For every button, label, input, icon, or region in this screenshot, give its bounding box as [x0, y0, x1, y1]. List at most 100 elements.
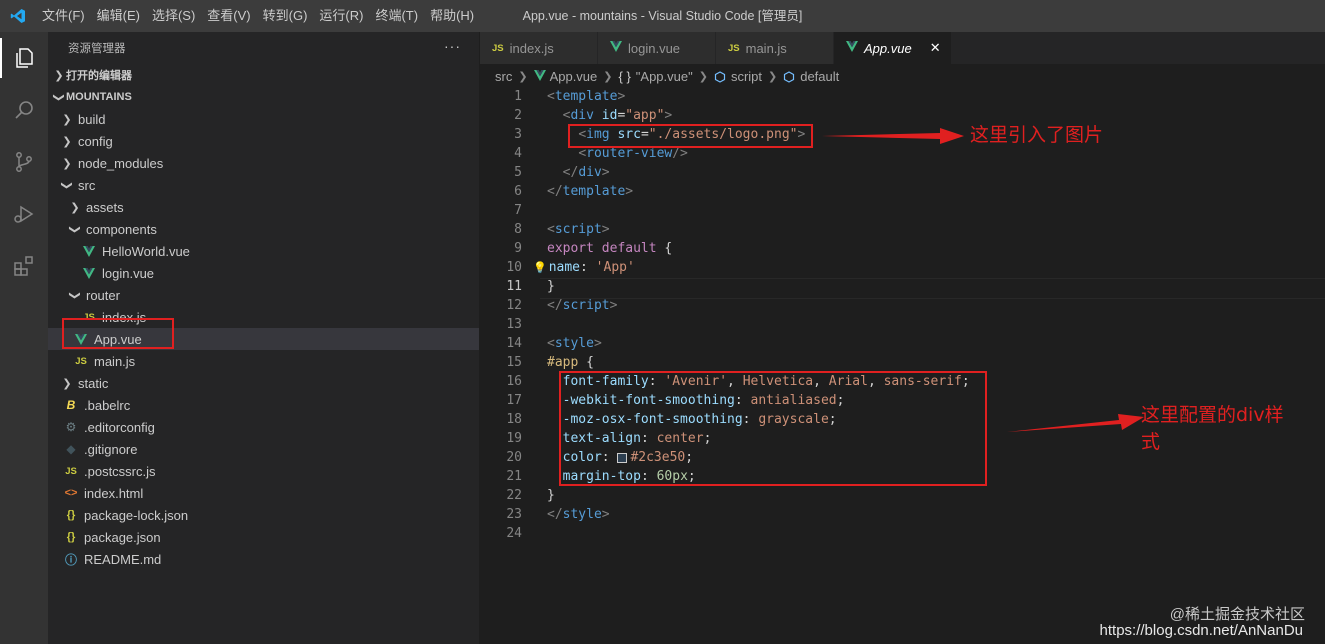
tree-item-label: .postcssrc.js	[84, 463, 156, 479]
extensions-icon[interactable]	[0, 240, 48, 292]
json-file-icon: {}	[66, 509, 76, 521]
tree-item[interactable]: ❯ node_modules	[48, 152, 479, 174]
code-line: <router-view/>	[578, 146, 688, 161]
tree-item[interactable]: login.vue	[48, 262, 479, 284]
project-label: MOUNTAINS	[66, 91, 132, 103]
tree-item[interactable]: HelloWorld.vue	[48, 240, 479, 262]
line-number: 16	[506, 374, 522, 389]
line-number: 3	[514, 127, 522, 142]
tree-item[interactable]: B .babelrc	[48, 394, 479, 416]
tree-item-label: config	[78, 133, 113, 149]
tree-item-label: index.html	[84, 485, 144, 501]
tab-main-js[interactable]: JS main.js	[716, 32, 834, 64]
vscode-logo-icon	[0, 0, 36, 32]
explorer-title: 资源管理器	[68, 43, 126, 55]
line-number: 18	[506, 412, 522, 427]
code-line: #app {	[547, 355, 594, 370]
code-line: <script>	[547, 222, 610, 237]
source-control-icon[interactable]	[0, 136, 48, 188]
code-line: <template>	[547, 89, 626, 104]
code-line: </style>	[547, 507, 610, 522]
watermark-line1: @稀土掘金技术社区	[1169, 606, 1305, 623]
tree-item[interactable]: JS main.js	[48, 350, 479, 372]
tab-label: main.js	[745, 40, 787, 56]
menu-item[interactable]: 终端(T)	[369, 0, 424, 32]
tab-label: App.vue	[864, 40, 912, 56]
tree-item[interactable]: ◆ .gitignore	[48, 438, 479, 460]
line-number: 21	[506, 469, 522, 484]
line-number: 6	[514, 184, 522, 199]
chevron-right-icon: ❯	[768, 71, 778, 83]
search-icon[interactable]	[0, 84, 48, 136]
menu-item[interactable]: 运行(R)	[313, 0, 369, 32]
tree-item[interactable]: ❯ assets	[48, 196, 479, 218]
tab-App-vue[interactable]: App.vue ✕	[834, 32, 952, 64]
style-annotation-text: 这里配置的div样 式	[1141, 402, 1284, 456]
explorer-icon[interactable]	[0, 32, 48, 84]
tree-item[interactable]: ⓘ README.md	[48, 548, 479, 570]
tree-item-label: src	[78, 177, 96, 193]
code-line: </template>	[547, 184, 634, 199]
run-debug-icon[interactable]	[0, 188, 48, 240]
tree-item[interactable]: App.vue	[48, 318, 479, 350]
menu-item[interactable]: 选择(S)	[146, 0, 201, 32]
menu-item[interactable]: 帮助(H)	[424, 0, 480, 32]
chevron-down-icon: ❯	[60, 180, 73, 190]
file-tree: ❯ build ❯ config ❯ node_modules ❯ src ❯ assets ❯ co…	[48, 108, 479, 570]
line-number: 9	[514, 241, 522, 256]
line-number: 14	[506, 336, 522, 351]
open-editors-section[interactable]: ❯ 打开的编辑器	[48, 64, 479, 86]
tree-item[interactable]: ❯ components	[48, 218, 479, 240]
tree-item[interactable]: {} package.json	[48, 526, 479, 548]
code-line: </script>	[547, 298, 618, 313]
line-number: 2	[514, 108, 522, 123]
breadcrumb-item[interactable]: src	[495, 69, 512, 84]
style-annotation-line1: 这里配置的div样	[1141, 404, 1284, 426]
tree-item[interactable]: ❯ build	[48, 108, 479, 130]
babel-icon: B	[66, 398, 76, 412]
js-file-icon: JS	[492, 42, 504, 54]
project-section[interactable]: ❯ MOUNTAINS	[48, 86, 479, 108]
tree-item[interactable]: ❯ static	[48, 372, 479, 394]
tree-item[interactable]: ❯ src	[48, 174, 479, 196]
html-file-icon: <>	[64, 487, 78, 499]
tree-item-label: .babelrc	[84, 397, 131, 413]
breadcrumb-item[interactable]: "App.vue"	[636, 69, 693, 84]
lightbulb-icon: 💡	[533, 261, 547, 274]
js-file-icon: JS	[65, 465, 77, 477]
json-file-icon: {}	[66, 531, 76, 543]
chevron-right-icon: ❯	[698, 71, 708, 83]
line-number: 10	[506, 260, 522, 275]
tree-item[interactable]: ❯ config	[48, 130, 479, 152]
tree-item[interactable]: JS .postcssrc.js	[48, 460, 479, 482]
activity-bar	[0, 32, 48, 644]
tree-item[interactable]: ⚙ .editorconfig	[48, 416, 479, 438]
chevron-down-icon: ❯	[68, 224, 81, 234]
style-highlight-box	[559, 371, 987, 486]
tree-item[interactable]: {} package-lock.json	[48, 504, 479, 526]
breadcrumb-item[interactable]: App.vue	[550, 69, 598, 84]
close-icon[interactable]: ✕	[930, 40, 941, 56]
js-file-icon: JS	[75, 355, 87, 367]
more-actions-icon[interactable]: ···	[444, 38, 461, 54]
breadcrumb-item[interactable]: default	[800, 69, 839, 84]
menu-item[interactable]: 编辑(E)	[91, 0, 146, 32]
tree-item-label: README.md	[84, 551, 162, 567]
vue-file-icon	[846, 41, 858, 55]
tree-item[interactable]: <> index.html	[48, 482, 479, 504]
tree-item-label: static	[78, 375, 109, 391]
menu-item[interactable]: 查看(V)	[201, 0, 256, 32]
code-line: </div>	[562, 165, 610, 180]
line-number: 17	[506, 393, 522, 408]
arrow-img-annotation	[822, 128, 964, 144]
tree-item[interactable]: ❯ router	[48, 284, 479, 306]
watermark-line2: https://blog.csdn.net/AnNanDu	[1099, 622, 1303, 639]
tab-index-js[interactable]: JS index.js	[480, 32, 598, 64]
breadcrumb-item[interactable]: script	[731, 69, 762, 84]
menu-item[interactable]: 文件(F)	[36, 0, 91, 32]
line-number: 11	[506, 279, 522, 294]
tree-item-label: package-lock.json	[84, 507, 189, 523]
tab-login-vue[interactable]: login.vue	[598, 32, 716, 64]
line-number: 20	[506, 450, 522, 465]
menu-item[interactable]: 转到(G)	[257, 0, 314, 32]
